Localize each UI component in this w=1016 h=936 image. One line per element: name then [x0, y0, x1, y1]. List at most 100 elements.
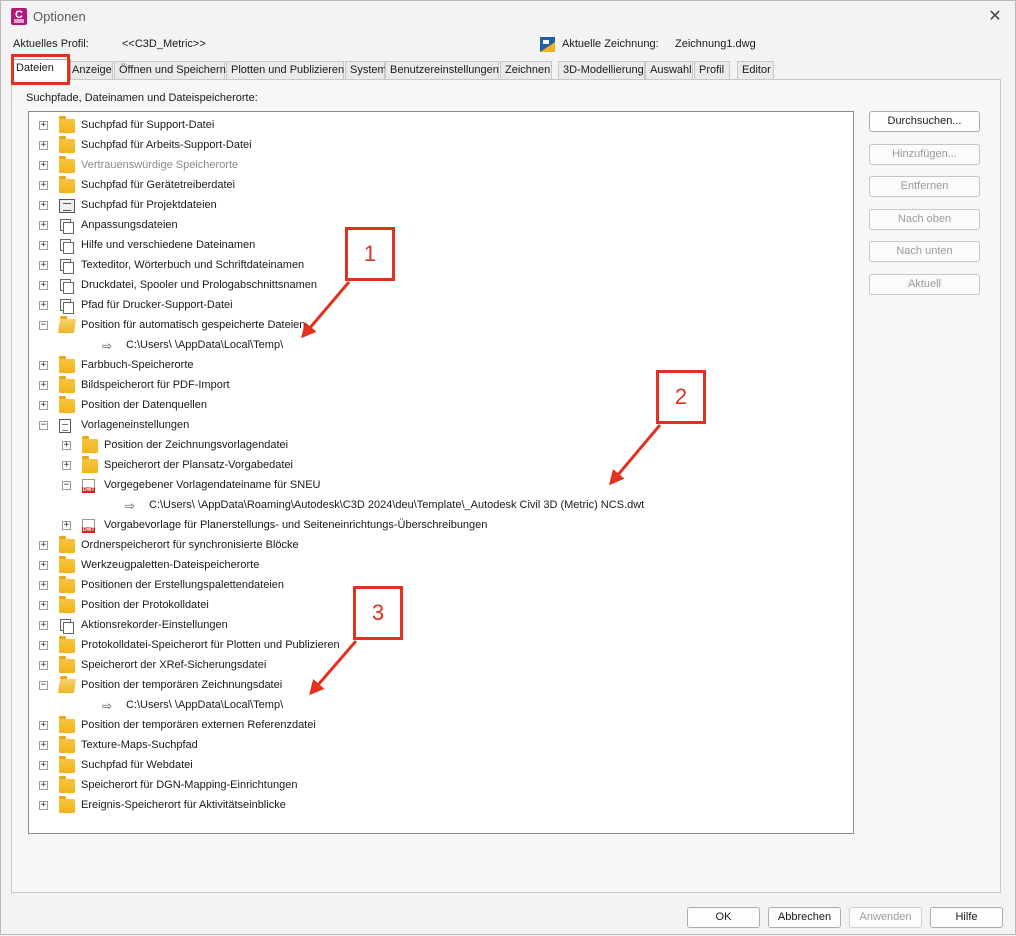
- tree-row[interactable]: + Position der Zeichnungsvorlagendatei: [29, 436, 853, 456]
- tree-row[interactable]: ⇨ C:\Users\ \AppData\Local\Temp\: [29, 336, 853, 356]
- expand-icon[interactable]: +: [39, 781, 48, 790]
- expand-icon[interactable]: +: [39, 181, 48, 190]
- tree-row[interactable]: + Position der Datenquellen: [29, 396, 853, 416]
- expand-icon[interactable]: +: [39, 241, 48, 250]
- cancel-button[interactable]: Abbrechen: [768, 907, 841, 928]
- tree-row[interactable]: + Suchpfad für Projektdateien: [29, 196, 853, 216]
- tree-row[interactable]: + Ordnerspeicherort für synchronisierte B…: [29, 536, 853, 556]
- tab-benutzereinstellungen[interactable]: Benutzereinstellungen: [385, 61, 499, 79]
- add-button[interactable]: Hinzufügen...: [869, 144, 980, 165]
- tree-row[interactable]: + Suchpfad für Support-Datei: [29, 116, 853, 136]
- tree-row[interactable]: ⇨ C:\Users\ \AppData\Local\Temp\: [29, 696, 853, 716]
- tree-row[interactable]: − Vorgegebener Vorlagendateiname für SNEU: [29, 476, 853, 496]
- collapse-icon[interactable]: −: [39, 321, 48, 330]
- tree-row[interactable]: + Suchpfad für Arbeits-Support-Datei: [29, 136, 853, 156]
- set-current-button[interactable]: Aktuell: [869, 274, 980, 295]
- tree-row[interactable]: + Positionen der Erstellungspalettendatei…: [29, 576, 853, 596]
- expand-icon[interactable]: +: [39, 641, 48, 650]
- tree-row[interactable]: − Position für automatisch gespeicherte D…: [29, 316, 853, 336]
- expand-icon[interactable]: +: [39, 301, 48, 310]
- tree-row[interactable]: + Suchpfad für Webdatei: [29, 756, 853, 776]
- path-tree[interactable]: + Suchpfad für Support-Datei + Suchpfad für…: [28, 111, 854, 834]
- ok-button[interactable]: OK: [687, 907, 760, 928]
- tab-panel-dateien: Suchpfade, Dateinamen und Dateispeichero…: [11, 79, 1001, 893]
- folder-icon: [59, 716, 75, 733]
- tree-row[interactable]: + Farbbuch-Speicherorte: [29, 356, 853, 376]
- tree-row[interactable]: ⇨ C:\Users\ \AppData\Roaming\Autodesk\C3D…: [29, 496, 853, 516]
- expand-icon[interactable]: +: [39, 121, 48, 130]
- tree-row[interactable]: + Protokolldatei-Speicherort für Plotten …: [29, 636, 853, 656]
- expand-icon[interactable]: +: [39, 201, 48, 210]
- tree-row[interactable]: + Druckdatei, Spooler und Prologabschnitt…: [29, 276, 853, 296]
- tree-row-label: Speicherort der Plansatz-Vorgabedatei: [104, 459, 293, 471]
- remove-button[interactable]: Entfernen: [869, 176, 980, 197]
- expand-icon[interactable]: +: [39, 361, 48, 370]
- tab-zeichnen[interactable]: Zeichnen: [500, 61, 552, 79]
- browse-button[interactable]: Durchsuchen...: [869, 111, 980, 132]
- tree-row[interactable]: + Aktionsrekorder-Einstellungen: [29, 616, 853, 636]
- expand-icon[interactable]: +: [39, 661, 48, 670]
- tree-row[interactable]: + Speicherort für DGN-Mapping-Einrichtung…: [29, 776, 853, 796]
- expand-icon[interactable]: +: [39, 581, 48, 590]
- expand-icon[interactable]: +: [39, 261, 48, 270]
- tab-profil[interactable]: Profil: [694, 61, 730, 79]
- tree-row[interactable]: + Anpassungsdateien: [29, 216, 853, 236]
- tree-row[interactable]: + Speicherort der XRef-Sicherungsdatei: [29, 656, 853, 676]
- tree-row[interactable]: + Texteditor, Wörterbuch und Schriftdatei…: [29, 256, 853, 276]
- tab-auswahl[interactable]: Auswahl: [645, 61, 693, 79]
- move-down-button[interactable]: Nach unten: [869, 241, 980, 262]
- tab-system[interactable]: System: [345, 61, 387, 79]
- collapse-icon[interactable]: −: [62, 481, 71, 490]
- tree-row-label: Texture-Maps-Suchpfad: [81, 739, 198, 751]
- tree-row[interactable]: + Position der Protokolldatei: [29, 596, 853, 616]
- tab-anzeige[interactable]: Anzeige: [67, 61, 113, 79]
- expand-icon[interactable]: +: [39, 801, 48, 810]
- tree-row-label: Suchpfad für Support-Datei: [81, 119, 215, 131]
- collapse-icon[interactable]: −: [39, 421, 48, 430]
- expand-icon[interactable]: +: [39, 721, 48, 730]
- tab-öffnen-und-speichern[interactable]: Öffnen und Speichern: [114, 61, 226, 79]
- profile-value: <<C3D_Metric>>: [122, 38, 206, 50]
- expand-icon[interactable]: +: [62, 461, 71, 470]
- document-icon: [59, 419, 71, 433]
- tree-row[interactable]: + Bildspeicherort für PDF-Import: [29, 376, 853, 396]
- expand-icon[interactable]: +: [62, 441, 71, 450]
- expand-icon[interactable]: +: [39, 141, 48, 150]
- tree-row[interactable]: + Suchpfad für Gerätetreiberdatei: [29, 176, 853, 196]
- tree-row[interactable]: + Position der temporären externen Refere…: [29, 716, 853, 736]
- tab-plotten-und-publizieren[interactable]: Plotten und Publizieren: [226, 61, 344, 79]
- tree-row[interactable]: + Ereignis-Speicherort für Aktivitätseinb…: [29, 796, 853, 816]
- expand-icon[interactable]: +: [39, 281, 48, 290]
- expand-icon[interactable]: +: [39, 761, 48, 770]
- tab-3d-modellierung[interactable]: 3D-Modellierung: [558, 61, 645, 79]
- tree-row-label: Position für automatisch gespeicherte Da…: [81, 319, 306, 331]
- close-icon[interactable]: ✕: [985, 6, 1005, 26]
- tree-row[interactable]: + Hilfe und verschiedene Dateinamen: [29, 236, 853, 256]
- tree-row[interactable]: + Texture-Maps-Suchpfad: [29, 736, 853, 756]
- tree-row[interactable]: + Vorgabevorlage für Planerstellungs- und…: [29, 516, 853, 536]
- apply-button[interactable]: Anwenden: [849, 907, 922, 928]
- tree-row[interactable]: + Pfad für Drucker-Support-Datei: [29, 296, 853, 316]
- collapse-icon[interactable]: −: [39, 681, 48, 690]
- tree-row[interactable]: + Speicherort der Plansatz-Vorgabedatei: [29, 456, 853, 476]
- expand-icon[interactable]: +: [62, 521, 71, 530]
- tree-row-label: Speicherort der XRef-Sicherungsdatei: [81, 659, 267, 671]
- expand-icon[interactable]: +: [39, 381, 48, 390]
- help-button[interactable]: Hilfe: [930, 907, 1003, 928]
- tree-row[interactable]: − Position der temporären Zeichnungsdatei: [29, 676, 853, 696]
- expand-icon[interactable]: +: [39, 161, 48, 170]
- move-up-button[interactable]: Nach oben: [869, 209, 980, 230]
- tree-row[interactable]: + Werkzeugpaletten-Dateispeicherorte: [29, 556, 853, 576]
- expand-icon[interactable]: +: [39, 541, 48, 550]
- tree-row[interactable]: + Vertrauenswürdige Speicherorte: [29, 156, 853, 176]
- tree-row[interactable]: − Vorlageneinstellungen: [29, 416, 853, 436]
- folder-icon: [59, 556, 75, 573]
- expand-icon[interactable]: +: [39, 741, 48, 750]
- expand-icon[interactable]: +: [39, 221, 48, 230]
- tab-editor[interactable]: Editor: [737, 61, 774, 79]
- expand-icon[interactable]: +: [39, 561, 48, 570]
- expand-icon[interactable]: +: [39, 601, 48, 610]
- tab-bar: Dateien Anzeige Öffnen und Speichern Plotte…: [11, 59, 1001, 80]
- expand-icon[interactable]: +: [39, 621, 48, 630]
- expand-icon[interactable]: +: [39, 401, 48, 410]
